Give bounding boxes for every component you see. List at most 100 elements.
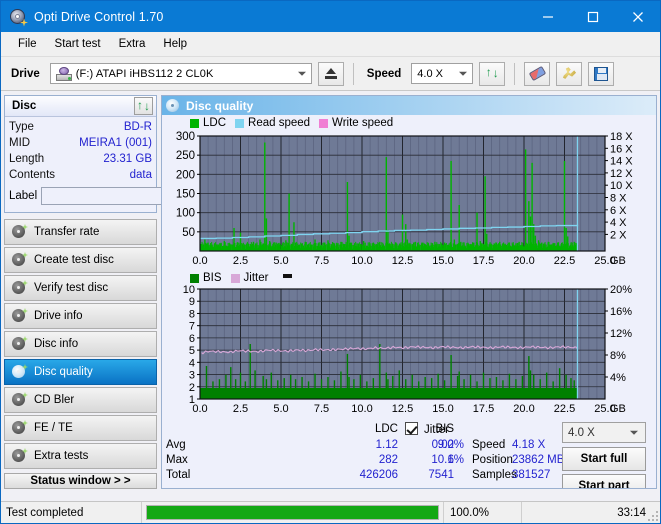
svg-text:GB: GB (610, 403, 626, 415)
speed-stat-label: Speed (472, 439, 505, 451)
chevron-down-icon (459, 71, 467, 75)
disc-refresh-button[interactable]: ↑↓ (134, 97, 153, 115)
svg-text:10: 10 (183, 284, 195, 296)
disc-icon (11, 308, 27, 324)
minimize-button[interactable] (525, 1, 570, 32)
samples-stat-label: Samples (472, 469, 517, 481)
disc-contents-label: Contents (9, 169, 55, 181)
sidebar: Disc ↑↓ Type BD-R MID MEIRA1 (001) (4, 95, 157, 489)
ldc-chart-container: LDC Read speed Write speed 3002502001501… (162, 115, 656, 272)
sidebar-item-disc-info[interactable]: Disc info (4, 331, 157, 357)
svg-text:300: 300 (176, 131, 195, 143)
menu-help[interactable]: Help (154, 35, 196, 53)
optical-drive-icon (56, 67, 72, 81)
resize-grip-icon[interactable] (648, 509, 660, 521)
sidebar-item-fe-te[interactable]: FE / TE (4, 415, 157, 441)
svg-text:15.0: 15.0 (432, 255, 453, 267)
sidebar-item-transfer-rate[interactable]: Transfer rate (4, 219, 157, 245)
tools-button[interactable] (556, 62, 582, 86)
drive-label: Drive (7, 68, 44, 80)
svg-text:4 X: 4 X (610, 217, 627, 229)
test-speed-select[interactable]: 4.0 X (562, 422, 646, 443)
svg-text:16 X: 16 X (610, 143, 633, 155)
jitter-checkbox[interactable] (405, 422, 418, 435)
svg-text:15.0: 15.0 (432, 403, 453, 415)
menu-bar: File Start test Extra Help (1, 32, 660, 57)
close-button[interactable] (615, 1, 660, 32)
svg-text:5.0: 5.0 (273, 255, 288, 267)
disc-label-label: Label (9, 190, 37, 202)
toolbar: Drive (F:) ATAPI iHBS112 2 CL0K Speed 4.… (1, 57, 660, 91)
sidebar-item-create-test-disc[interactable]: Create test disc (4, 247, 157, 273)
svg-text:7: 7 (189, 321, 195, 333)
bis-chart: 1098765432120%16%12%8%4%0.02.55.07.510.0… (162, 272, 652, 420)
sidebar-item-drive-info[interactable]: Drive info (4, 303, 157, 329)
svg-text:22.5: 22.5 (554, 403, 575, 415)
application-window: Opti Drive Control 1.70 File Start test … (0, 0, 661, 524)
start-full-button[interactable]: Start full (562, 447, 646, 471)
svg-text:12.5: 12.5 (392, 403, 413, 415)
status-window-button[interactable]: Status window > > (4, 473, 157, 489)
sidebar-item-cd-bler[interactable]: CD Bler (4, 387, 157, 413)
svg-text:0.0: 0.0 (192, 403, 207, 415)
disc-quality-icon (166, 99, 180, 113)
sidebar-item-label: Verify test disc (34, 282, 108, 294)
legend-swatch-bis (190, 274, 199, 283)
svg-text:8 X: 8 X (610, 193, 627, 205)
svg-text:2.5: 2.5 (233, 255, 248, 267)
elapsed-time: 33:14 (521, 502, 661, 524)
toolbar-divider (353, 63, 354, 85)
window-title: Opti Drive Control 1.70 (34, 10, 163, 24)
speed-select[interactable]: 4.0 X (411, 63, 473, 84)
sidebar-item-label: Create test disc (34, 254, 114, 266)
sidebar-item-verify-test-disc[interactable]: Verify test disc (4, 275, 157, 301)
floppy-save-icon (594, 67, 608, 81)
stats-label-max: Max (166, 454, 188, 466)
erase-button[interactable] (524, 62, 550, 86)
svg-text:0.0: 0.0 (192, 255, 207, 267)
svg-text:22.5: 22.5 (554, 255, 575, 267)
progress-bar (146, 505, 439, 520)
status-message: Test completed (1, 502, 141, 524)
legend-label-read-speed: Read speed (248, 117, 310, 129)
menu-file[interactable]: File (9, 35, 46, 53)
sidebar-item-disc-quality[interactable]: Disc quality (4, 359, 157, 385)
stats-label-avg: Avg (166, 439, 186, 451)
svg-text:10 X: 10 X (610, 180, 633, 192)
svg-text:8%: 8% (610, 350, 626, 362)
stats-value-ldc-total: 426206 (338, 469, 398, 481)
toolbar-divider (514, 63, 515, 85)
disc-contents-value: data (130, 169, 152, 181)
statistics-panel: LDC BIS Avg 1.12 0.02 Max 282 6 Total 42… (162, 420, 656, 488)
svg-text:2: 2 (189, 382, 195, 394)
svg-text:16%: 16% (610, 306, 632, 318)
legend-label-ldc: LDC (203, 117, 226, 129)
disc-type-value: BD-R (124, 121, 152, 133)
start-part-button[interactable]: Start part (562, 474, 646, 489)
svg-text:20.0: 20.0 (513, 403, 534, 415)
jitter-avg-value: 9.0% (414, 439, 464, 451)
disc-icon (11, 392, 27, 408)
main-panel-header: Disc quality (162, 96, 656, 115)
svg-text:12%: 12% (610, 328, 632, 340)
sidebar-item-extra-tests[interactable]: Extra tests (4, 443, 157, 469)
maximize-button[interactable] (570, 1, 615, 32)
disc-icon (9, 8, 27, 26)
svg-text:5: 5 (189, 345, 195, 357)
save-button[interactable] (588, 62, 614, 86)
menu-extra[interactable]: Extra (110, 35, 155, 53)
svg-text:GB: GB (610, 255, 626, 267)
speed-label: Speed (363, 68, 406, 80)
svg-text:2.5: 2.5 (233, 403, 248, 415)
refresh-button[interactable]: ↑↓ (479, 62, 505, 86)
disc-row-contents: Contents data (9, 167, 152, 183)
svg-text:12 X: 12 X (610, 168, 633, 180)
svg-text:250: 250 (176, 150, 195, 162)
drive-select[interactable]: (F:) ATAPI iHBS112 2 CL0K (50, 63, 312, 84)
title-bar: Opti Drive Control 1.70 (1, 1, 660, 32)
svg-text:9: 9 (189, 296, 195, 308)
menu-start-test[interactable]: Start test (46, 35, 110, 53)
eject-button[interactable] (318, 62, 344, 86)
eraser-icon (529, 66, 546, 81)
svg-text:6: 6 (189, 333, 195, 345)
